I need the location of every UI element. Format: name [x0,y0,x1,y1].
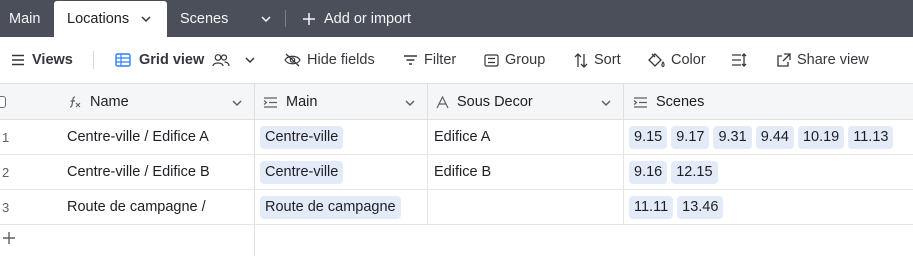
toolbar-divider [93,51,94,69]
menu-icon [12,54,24,66]
share-view-label: Share view [797,52,869,68]
row-number: 1 [2,129,10,145]
sort-arrows-icon [574,52,588,68]
linked-record-icon [633,96,647,108]
column-header-sous-decor[interactable]: Sous Decor [428,84,624,120]
hide-fields-button[interactable]: Hide fields [284,37,375,83]
views-label: Views [32,52,73,68]
cell-sous-decor[interactable] [428,190,624,224]
column-header-name-label: Name [90,94,129,110]
all-tables-dropdown[interactable] [252,0,280,37]
linked-record-icon [263,96,277,108]
filter-icon [404,55,417,65]
tab-scenes-label: Scenes [180,10,229,27]
views-button[interactable]: Views [11,37,73,83]
cell-scenes[interactable]: 11.11 13.46 [624,190,913,224]
cell-sous-decor[interactable]: Edifice A [428,120,624,154]
linked-record-chip[interactable]: Route de campagne [260,195,401,219]
add-or-import-label: Add or import [324,10,412,27]
chevron-down-icon [245,57,255,64]
collaborators-icon [212,54,230,67]
text-field-icon [436,95,449,108]
cell-main[interactable]: Centre-ville [255,120,428,154]
select-all-checkbox[interactable] [0,96,6,108]
grid-view-switcher[interactable]: Grid view [115,37,256,83]
tab-main-label: Main [9,10,41,27]
linked-record-chip[interactable]: 9.44 [755,125,794,149]
cell-sous-decor[interactable]: Edifice B [428,155,624,189]
linked-record-chip[interactable]: 9.16 [629,160,668,184]
grid-header-row: Name Main Sous Decor Scenes [0,84,913,120]
linked-record-chip[interactable]: 11.11 [629,195,674,219]
column-header-main-label: Main [286,94,318,110]
chevron-down-icon[interactable] [600,97,612,109]
group-button[interactable]: Group [484,37,545,83]
linked-record-chip[interactable]: Centre-ville [260,125,344,149]
linked-record-chip[interactable]: 9.31 [713,125,752,149]
tab-main[interactable]: Main [0,0,46,37]
linked-record-chip[interactable]: Centre-ville [260,160,344,184]
hide-fields-label: Hide fields [307,52,375,68]
column-header-scenes[interactable]: Scenes [624,84,913,120]
row-height-icon [732,53,747,67]
linked-record-chip[interactable]: 12.15 [671,160,718,184]
cell-name[interactable]: Centre-ville / Edifice A [60,120,255,154]
tab-scenes[interactable]: Scenes [180,0,228,37]
row-number: 3 [2,199,10,215]
cell-scenes[interactable]: 9.16 12.15 [624,155,913,189]
add-record-row[interactable] [0,225,255,256]
linked-record-chip[interactable]: 9.17 [671,125,710,149]
grid-icon [115,53,131,67]
tab-locations[interactable]: Locations [54,1,167,37]
cell-main[interactable]: Centre-ville [255,155,428,189]
cell-main[interactable]: Route de campagne [255,190,428,224]
external-link-icon [777,52,791,67]
filter-button[interactable]: Filter [403,37,456,83]
tab-divider [285,10,286,27]
table-row[interactable]: 1 Centre-ville / Edifice A Centre-ville Edi… [0,120,913,155]
group-icon [484,53,499,67]
column-header-scenes-label: Scenes [656,94,705,110]
linked-record-chip[interactable]: 13.46 [677,195,724,219]
column-header-sous-decor-label: Sous Decor [457,94,533,110]
column-header-main[interactable]: Main [255,84,428,120]
chevron-down-icon[interactable] [404,97,416,109]
records-grid: Name Main Sous Decor Scenes 1 Centre-vill… [0,84,913,256]
paint-bucket-icon [648,52,665,67]
cell-scenes[interactable]: 9.15 9.17 9.31 9.44 10.19 11.13 [624,120,913,154]
add-or-import-button[interactable]: Add or import [302,0,411,37]
chevron-down-icon[interactable] [140,13,152,25]
linked-record-chip[interactable]: 11.13 [848,125,894,149]
plus-icon [303,12,315,25]
linked-record-chip[interactable]: 9.15 [629,125,668,149]
linked-record-chip[interactable]: 10.19 [797,125,845,149]
eye-slash-icon [284,53,301,67]
row-number: 2 [2,164,10,180]
table-tab-bar: Main Locations Scenes Add or import [0,0,913,37]
chevron-down-icon [261,15,271,22]
share-view-button[interactable]: Share view [776,37,869,83]
sort-button[interactable]: Sort [574,37,621,83]
table-row[interactable]: 2 Centre-ville / Edifice B Centre-ville Edi… [0,155,913,190]
group-label: Group [505,52,546,68]
grid-view-label: Grid view [139,52,205,68]
row-height-button[interactable] [731,37,747,83]
tab-locations-label: Locations [67,11,130,27]
cell-name[interactable]: Route de campagne / [60,190,255,224]
column-header-name[interactable]: Name [60,84,255,120]
color-button[interactable]: Color [648,37,706,83]
cell-name[interactable]: Centre-ville / Edifice B [60,155,255,189]
chevron-down-icon[interactable] [231,97,243,109]
filter-label: Filter [424,52,457,68]
plus-icon [3,232,15,244]
view-toolbar: Views Grid view Hide fields Filter Group… [0,37,913,84]
sort-label: Sort [594,52,621,68]
color-label: Color [671,52,706,68]
table-row[interactable]: 3 Route de campagne / Route de campagne 11.… [0,190,913,225]
formula-icon [69,96,81,108]
select-all-header [0,84,60,120]
